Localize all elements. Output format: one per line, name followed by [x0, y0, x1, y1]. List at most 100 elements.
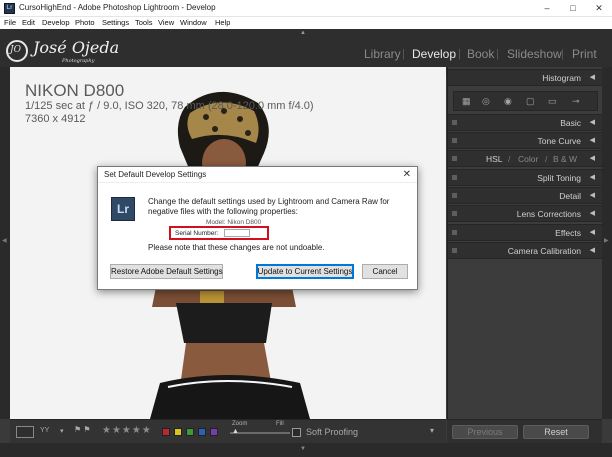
- module-separator: |: [496, 48, 499, 60]
- collapse-arrow-icon: ◀: [589, 229, 595, 236]
- dialog-titlebar: Set Default Develop Settings ✕: [98, 167, 417, 183]
- collapse-right-panel-icon[interactable]: ▶: [604, 237, 609, 244]
- panel-toggle-icon[interactable]: [452, 248, 457, 253]
- lens-corrections-panel-label: Lens Corrections: [516, 209, 581, 219]
- minimize-button[interactable]: –: [534, 0, 560, 17]
- color-label-green[interactable]: [186, 428, 194, 436]
- star-rating[interactable]: ★★★★★: [102, 425, 152, 436]
- image-dimensions-overlay: 7360 x 4912: [25, 113, 86, 125]
- detail-panel-label: Detail: [559, 191, 581, 201]
- hsl-separator: /: [545, 154, 548, 164]
- module-develop[interactable]: Develop: [412, 47, 456, 61]
- identity-plate-name: José Ojeda: [33, 38, 120, 57]
- color-label-blue[interactable]: [198, 428, 206, 436]
- menu-tools[interactable]: Tools: [135, 18, 153, 27]
- bw-tab[interactable]: B & W: [553, 154, 577, 164]
- identity-plate-subtitle: Photography: [62, 58, 95, 64]
- menu-help[interactable]: Help: [215, 18, 230, 27]
- menu-settings[interactable]: Settings: [102, 18, 129, 27]
- spot-removal-tool-icon[interactable]: ◎: [482, 96, 490, 107]
- panel-toggle-icon[interactable]: [452, 138, 457, 143]
- module-library[interactable]: Library: [364, 47, 401, 61]
- menu-file[interactable]: File: [4, 18, 16, 27]
- panel-toggle-icon[interactable]: [452, 156, 457, 161]
- expand-filmstrip-icon[interactable]: ▼: [300, 446, 306, 452]
- maximize-button[interactable]: □: [560, 0, 586, 17]
- serial-number-highlight: Serial Number:: [169, 226, 269, 240]
- red-eye-tool-icon[interactable]: ◉: [504, 96, 512, 107]
- panel-toggle-icon[interactable]: [452, 175, 457, 180]
- menu-view[interactable]: View: [158, 18, 174, 27]
- right-panel-footer: Previous Reset: [447, 419, 602, 443]
- previous-button[interactable]: Previous: [452, 425, 518, 439]
- lens-corrections-panel-header[interactable]: Lens Corrections ◀: [448, 205, 603, 222]
- panel-toggle-icon[interactable]: [452, 193, 457, 198]
- crop-overlay-tool-icon[interactable]: ▦: [462, 96, 471, 107]
- tool-strip: ▦ ◎ ◉ ▢ ▭ ⊸: [453, 91, 598, 111]
- zoom-fill-label: Fill: [276, 421, 284, 427]
- collapse-top-panel-icon[interactable]: ▲: [300, 30, 306, 36]
- loupe-view-button[interactable]: [16, 426, 34, 438]
- tone-curve-panel-label: Tone Curve: [537, 136, 581, 146]
- camera-calibration-panel-header[interactable]: Camera Calibration ◀: [448, 242, 603, 259]
- update-to-current-settings-button[interactable]: Update to Current Settings: [256, 264, 354, 279]
- serial-number-checkbox[interactable]: [224, 229, 250, 237]
- module-separator: |: [561, 48, 564, 60]
- soft-proofing-checkbox[interactable]: [292, 428, 301, 437]
- reset-button[interactable]: Reset: [523, 425, 589, 439]
- lightroom-logo-icon: Lr: [111, 197, 135, 221]
- split-toning-panel-header[interactable]: Split Toning ◀: [448, 169, 603, 186]
- histogram-label: Histogram: [542, 73, 581, 83]
- left-panel-edge[interactable]: ◀: [0, 67, 10, 419]
- compare-view-dropdown[interactable]: ▾: [60, 427, 64, 435]
- identity-logo-icon: JO: [6, 40, 28, 62]
- color-label-red[interactable]: [162, 428, 170, 436]
- radial-filter-tool-icon[interactable]: ▭: [548, 96, 557, 107]
- close-window-button[interactable]: ✕: [586, 0, 612, 17]
- module-print[interactable]: Print: [572, 47, 597, 61]
- collapse-arrow-icon: ◀: [589, 174, 595, 181]
- hsl-panel-header[interactable]: HSL / Color / B & W ◀: [448, 150, 603, 167]
- develop-right-panel: Histogram ◀ ▦ ◎ ◉ ▢ ▭ ⊸ Basic ◀ Tone Cur…: [447, 67, 603, 419]
- menu-photo[interactable]: Photo: [75, 18, 95, 27]
- module-book[interactable]: Book: [467, 47, 494, 61]
- expand-left-panel-icon[interactable]: ◀: [2, 237, 7, 244]
- menu-bar: File Edit Develop Photo Settings Tools V…: [0, 17, 612, 29]
- detail-panel-header[interactable]: Detail ◀: [448, 187, 603, 204]
- zoom-slider-thumb[interactable]: ▲: [232, 428, 239, 435]
- dialog-close-icon[interactable]: ✕: [403, 169, 411, 180]
- menu-develop[interactable]: Develop: [42, 18, 70, 27]
- serial-number-label: Serial Number:: [175, 230, 219, 237]
- right-panel-edge[interactable]: ▶: [602, 67, 612, 419]
- collapse-arrow-icon: ◀: [589, 137, 595, 144]
- basic-panel-label: Basic: [560, 118, 581, 128]
- panel-toggle-icon[interactable]: [452, 211, 457, 216]
- adjustment-brush-tool-icon[interactable]: ⊸: [572, 96, 580, 107]
- split-toning-panel-label: Split Toning: [537, 173, 581, 183]
- graduated-filter-tool-icon[interactable]: ▢: [526, 96, 535, 107]
- histogram-panel-header[interactable]: Histogram ◀: [448, 69, 603, 86]
- color-label-yellow[interactable]: [174, 428, 182, 436]
- basic-panel-header[interactable]: Basic ◀: [448, 114, 603, 131]
- effects-panel-header[interactable]: Effects ◀: [448, 224, 603, 241]
- effects-panel-label: Effects: [555, 228, 581, 238]
- zoom-slider[interactable]: [230, 432, 290, 434]
- tone-curve-panel-header[interactable]: Tone Curve ◀: [448, 132, 603, 149]
- menu-window[interactable]: Window: [180, 18, 207, 27]
- dialog-title: Set Default Develop Settings: [104, 170, 207, 179]
- color-label-purple[interactable]: [210, 428, 218, 436]
- compare-view-button[interactable]: YY: [40, 427, 49, 434]
- collapse-arrow-icon: ◀: [589, 74, 595, 81]
- flag-icon[interactable]: ⚑ ⚑: [74, 425, 91, 434]
- restore-adobe-default-settings-button[interactable]: Restore Adobe Default Settings: [110, 264, 223, 279]
- color-tab[interactable]: Color: [518, 154, 538, 164]
- panel-toggle-icon[interactable]: [452, 230, 457, 235]
- menu-edit[interactable]: Edit: [22, 18, 35, 27]
- cancel-button[interactable]: Cancel: [362, 264, 408, 279]
- module-slideshow[interactable]: Slideshow: [507, 47, 562, 61]
- hsl-separator: /: [508, 154, 511, 164]
- toolbar-options-dropdown[interactable]: ▾: [430, 426, 434, 435]
- dialog-message: Change the default settings used by Ligh…: [148, 197, 390, 216]
- panel-toggle-icon[interactable]: [452, 120, 457, 125]
- hsl-tab[interactable]: HSL: [486, 154, 503, 164]
